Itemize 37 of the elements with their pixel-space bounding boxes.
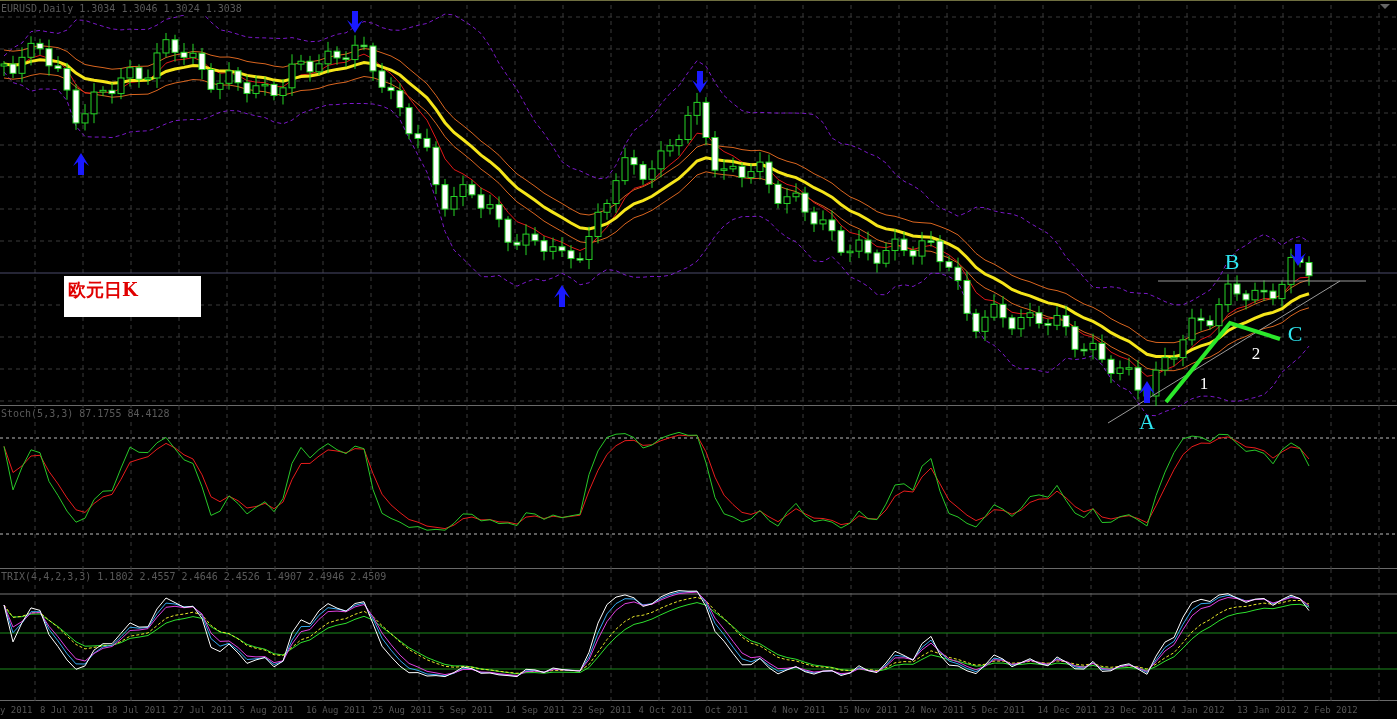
time-axis-label: 5 Aug 2011 xyxy=(239,705,295,715)
time-axis-label: 4 Jan 2012 xyxy=(1170,705,1226,715)
chart-header: EURUSD,Daily 1.3034 1.3046 1.3024 1.3038 xyxy=(1,3,242,15)
wave-label: C xyxy=(1287,321,1303,346)
indicator-header: TRIX(4,4,2,3,3) 1.1802 2.4557 2.4646 2.4526 1.4907 2.4946 2.4509 xyxy=(1,571,387,583)
time-axis-label: 8 Jul 2011 xyxy=(40,705,96,715)
time-axis-label: 25 Aug 2011 xyxy=(372,705,434,715)
time-axis-label: 27 Jul 2011 xyxy=(173,705,234,715)
down-arrow-icon xyxy=(347,11,363,33)
time-axis-label: 16 Aug 2011 xyxy=(306,705,367,715)
note-label: 欧元日K xyxy=(64,276,201,317)
wave-label: 2 xyxy=(1251,344,1261,363)
indicator-header: Stoch(5,3,3) 87.1755 84.4128 xyxy=(1,408,170,420)
wave-label: 1 xyxy=(1199,374,1209,393)
dropdown-triangle-icon xyxy=(1380,4,1390,9)
time-axis-label: 4 Oct 2011 xyxy=(638,705,694,715)
time-axis-label: 5 Sep 2011 xyxy=(439,705,495,715)
time-axis-label: 15 Nov 2011 xyxy=(838,705,899,715)
up-arrow-icon xyxy=(73,153,89,175)
time-axis-label: 14 Sep 2011 xyxy=(505,705,567,715)
time-axis-label: 4 Nov 2011 xyxy=(771,705,827,715)
time-axis-label: 5 Dec 2011 xyxy=(971,705,1027,715)
up-arrow-icon xyxy=(554,285,570,307)
time-axis-label: 2 Feb 2012 xyxy=(1303,705,1359,715)
down-arrow-icon xyxy=(1290,244,1306,266)
time-axis-label: y 2011 xyxy=(0,705,34,715)
time-axis-label: 14 Dec 2011 xyxy=(1037,705,1099,715)
time-axis-label: 23 Dec 2011 xyxy=(1104,705,1165,715)
time-axis-label: 23 Sep 2011 xyxy=(572,705,633,715)
time-axis-label: Oct 2011 xyxy=(705,705,750,715)
time-axis-label: 24 Nov 2011 xyxy=(904,705,966,715)
time-axis-label: 18 Jul 2011 xyxy=(106,705,168,715)
time-axis-label: 13 Jan 2012 xyxy=(1237,705,1298,715)
up-arrow-icon xyxy=(1139,381,1155,403)
wave-label: B xyxy=(1224,249,1240,274)
down-arrow-icon xyxy=(692,71,708,93)
wave-label: A xyxy=(1139,409,1155,434)
